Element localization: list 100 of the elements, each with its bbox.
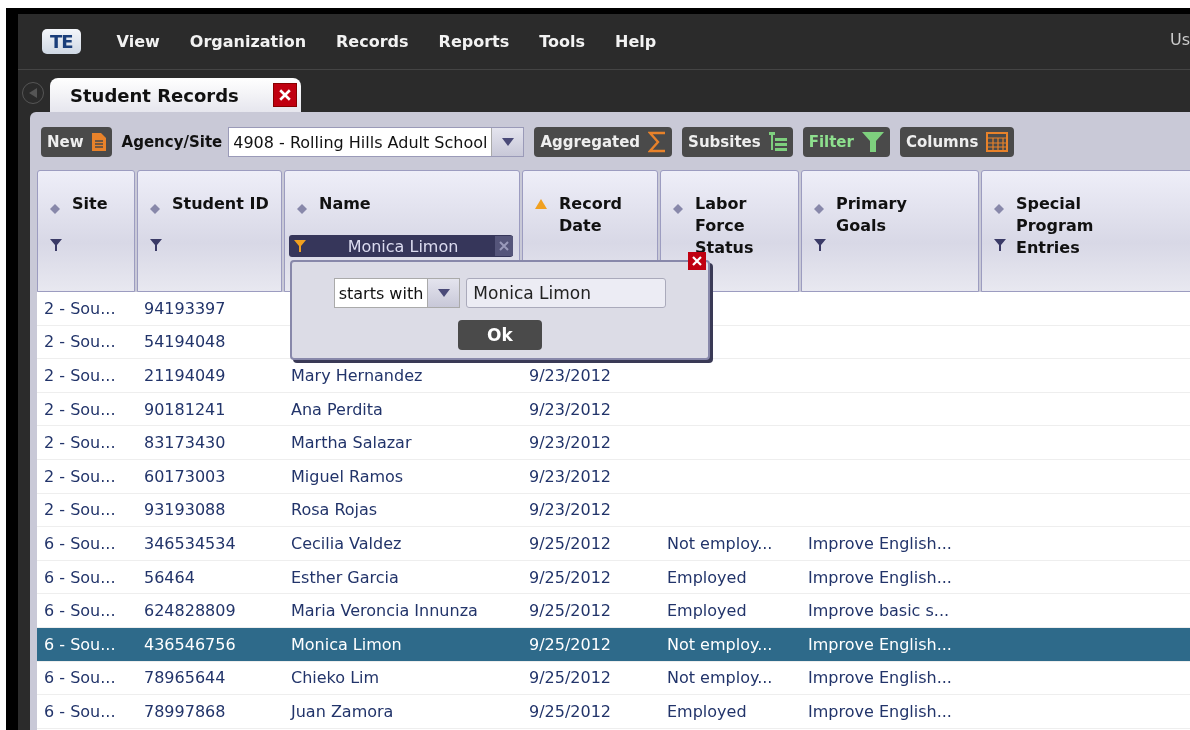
menu-item[interactable]: Help [615, 32, 657, 51]
agency-site-dropdown[interactable]: 4908 - Rolling Hills Adult School [228, 127, 525, 157]
table-cell-text: Improve English... [807, 634, 953, 654]
table-cell-text: 21194049 [143, 366, 227, 385]
table-cell-text: 9/25/2012 [528, 701, 613, 721]
filter-icon[interactable] [994, 239, 1006, 251]
table-cell-text: 2 - Sou... [43, 500, 117, 520]
table-cell-text: 6 - Sou... [43, 701, 117, 721]
filter-icon[interactable] [294, 240, 306, 252]
table-cell-text: Mary Hernandez [290, 366, 424, 385]
ok-button[interactable]: Ok [458, 320, 542, 350]
table-cell-text: Cecilia Valdez [290, 533, 403, 553]
sort-icon[interactable] [50, 204, 60, 214]
table-cell-text: 436546756 [143, 634, 237, 654]
table-cell-text: Rosa Rojas [290, 500, 379, 520]
table-cell-text: 2 - Sou... [43, 298, 117, 318]
table-cell-text: 6 - Sou... [43, 533, 117, 553]
app-logo[interactable]: TE [42, 29, 81, 54]
table-cell-text: 60173003 [143, 466, 227, 486]
table-cell-text: 2 - Sou... [43, 433, 117, 453]
table-cell-text: 9/25/2012 [528, 668, 613, 688]
table-cell-text: 2 - Sou... [43, 399, 117, 419]
table-cell-text: 6 - Sou... [43, 668, 117, 688]
table-cell-text: 9/25/2012 [528, 601, 613, 621]
table-cell-text: Miguel Ramos [290, 466, 405, 486]
table-cell-text: 94193397 [143, 298, 227, 318]
agency-site-label: Agency/Site [121, 133, 223, 151]
close-popup-button[interactable] [688, 252, 706, 270]
table-cell-text: 9/23/2012 [528, 500, 613, 520]
table-cell-text: Martha Salazar [290, 433, 413, 453]
table-cell-text: 9/25/2012 [528, 533, 613, 553]
close-tab-button[interactable] [272, 83, 297, 107]
operator-dropdown[interactable]: starts with [333, 278, 461, 308]
table-cell-text: 6 - Sou... [43, 567, 117, 587]
table-cell-text: 6 - Sou... [43, 634, 117, 654]
menu-item[interactable]: Tools [539, 32, 586, 51]
table-cell-text: Employed [666, 701, 748, 721]
column-header[interactable]: Primary Goals [801, 170, 979, 292]
table-cell-text: 2 - Sou... [43, 466, 117, 486]
filter-icon[interactable] [150, 239, 162, 251]
table-cell-text: 78965644 [143, 668, 227, 688]
table-cell-text: 9/23/2012 [528, 466, 613, 486]
table-cell-text: 90181241 [143, 399, 227, 419]
table-cell-text: Improve English... [807, 668, 953, 688]
table-cell-text: Monica Limon [290, 634, 403, 654]
toolbar-button[interactable]: Columns [899, 127, 1015, 157]
sigma-icon [648, 131, 667, 153]
table-cell-text: 56464 [143, 567, 196, 587]
filter-value-field[interactable]: Monica Limon [466, 278, 667, 308]
close-icon [278, 89, 291, 101]
column-header[interactable]: Student ID [137, 170, 282, 292]
table-cell-text: Not employ... [666, 668, 774, 688]
table-cell-text: 6 - Sou... [43, 601, 117, 621]
table-cell-text: 54194048 [143, 332, 227, 352]
table-cell-text: Improve basic s... [807, 601, 951, 621]
sort-icon[interactable] [994, 204, 1004, 214]
toolbar-button[interactable]: Subsites [682, 127, 793, 157]
document-icon [91, 133, 106, 151]
table-cell-text: 9/23/2012 [528, 433, 613, 453]
sort-icon[interactable] [673, 204, 683, 214]
table-cell-text: 2 - Sou... [43, 332, 117, 352]
filter-icon[interactable] [50, 239, 62, 251]
table-cell-text: Juan Zamora [289, 701, 395, 721]
table-cell-text: 2 - Sou... [43, 366, 117, 385]
filter-icon[interactable] [814, 239, 826, 251]
table-cell-text: 9/25/2012 [528, 567, 613, 587]
table-cell-text: 9/25/2012 [528, 634, 613, 654]
table-cell-text: 9/23/2012 [528, 399, 613, 419]
column-header[interactable]: Special Program Entries [981, 170, 1190, 292]
toolbar-button[interactable]: Aggregated [534, 127, 673, 157]
tab[interactable]: Student Records [50, 78, 301, 112]
sort-icon[interactable] [297, 204, 307, 214]
table-cell-text: 9/23/2012 [528, 366, 613, 385]
menu-item[interactable]: Organization [189, 32, 307, 51]
close-icon [692, 256, 702, 266]
table-cell-text: Esther Garcia [290, 567, 400, 587]
table-cell-text: 346534534 [143, 533, 237, 553]
sort-icon[interactable] [814, 204, 824, 214]
menu-item[interactable]: Reports [438, 32, 510, 51]
caret-icon [437, 289, 450, 297]
table-cell-text: Ana Perdita [290, 399, 384, 419]
table-cell-text: 83173430 [143, 433, 227, 453]
caret-icon [502, 138, 514, 146]
toolbar-button[interactable]: Filter [802, 127, 890, 157]
active-filter-chip[interactable]: Monica Limon [289, 235, 513, 257]
table-icon [986, 132, 1009, 152]
clear-filter-icon[interactable] [495, 236, 513, 256]
table-cell-text: Employed [666, 601, 748, 621]
tree-list-icon [768, 132, 787, 152]
new-button[interactable]: New [41, 127, 112, 157]
sort-ascending-icon[interactable] [535, 199, 547, 209]
user-menu[interactable]: Us [1169, 30, 1190, 49]
funnel-icon [861, 132, 884, 152]
column-header[interactable]: Site [37, 170, 135, 292]
table-row[interactable]: 6 - Sou... 436546756 Monica Limon 9/25/2012 Not employ... Improve English... [37, 627, 1190, 662]
sort-icon[interactable] [150, 204, 160, 214]
table-cell-text: 624828809 [143, 601, 237, 621]
menu-item[interactable]: Records [336, 32, 409, 51]
table-cell-text: 78997868 [143, 701, 227, 721]
menu-item[interactable]: View [116, 32, 160, 51]
